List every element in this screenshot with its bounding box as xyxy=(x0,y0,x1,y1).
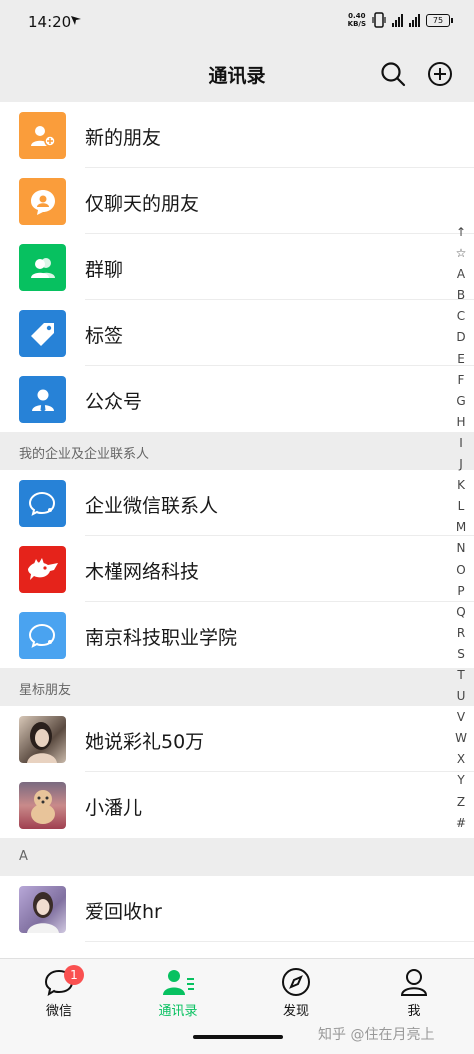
add-friend-icon xyxy=(19,112,66,159)
list-item-nanjing-college[interactable]: 南京科技职业学院 xyxy=(0,602,474,668)
list-item-label: 南京科技职业学院 xyxy=(85,627,238,649)
alphabet-index-letter[interactable]: F xyxy=(452,370,470,391)
alphabet-index-letter[interactable]: G xyxy=(452,391,470,412)
alphabet-index-letter[interactable]: C xyxy=(452,306,470,327)
list-item-new-friends[interactable]: 新的朋友 xyxy=(0,102,474,168)
jd-dog-logo xyxy=(19,546,66,593)
alphabet-index-letter[interactable]: Z xyxy=(452,792,470,813)
watermark: 知乎 @住在月亮上 xyxy=(318,1027,435,1043)
tab-label: 通讯录 xyxy=(158,1004,198,1019)
unread-badge: 1 xyxy=(64,965,84,985)
section-header-starred: 星标朋友 xyxy=(0,668,474,706)
compass-icon xyxy=(282,968,310,996)
contact-list: 新的朋友 仅聊天的朋友 群聊 标签 公众号 我的企业及企业联系人 企业微信联系人… xyxy=(0,102,474,942)
section-header-label: A xyxy=(19,849,28,864)
tab-label: 微信 xyxy=(45,1004,72,1019)
alphabet-index-letter[interactable]: L xyxy=(452,496,470,517)
alphabet-index[interactable]: ↑ ☆ A B C D E F G H I J K L M N O P Q R S T U V W X Y Z # xyxy=(452,222,470,834)
tab-label: 发现 xyxy=(282,1004,309,1019)
tab-discover[interactable]: 发现 xyxy=(256,967,336,1019)
tab-me[interactable]: 我 xyxy=(374,967,454,1019)
tag-icon xyxy=(19,310,66,357)
alphabet-index-letter[interactable]: P xyxy=(452,581,470,602)
contacts-icon xyxy=(163,970,194,995)
alphabet-index-letter[interactable]: K xyxy=(452,475,470,496)
divider xyxy=(85,941,474,942)
tab-label: 我 xyxy=(407,1004,421,1019)
list-item-official-accounts[interactable]: 公众号 xyxy=(0,366,474,432)
battery-icon: 75 xyxy=(426,13,453,27)
avatar xyxy=(19,716,66,763)
list-item-label: 标签 xyxy=(85,325,124,347)
list-item-tags[interactable]: 标签 xyxy=(0,300,474,366)
alphabet-index-letter[interactable]: U xyxy=(452,686,470,707)
alphabet-index-letter[interactable]: B xyxy=(452,285,470,306)
add-circle-icon[interactable] xyxy=(427,61,453,87)
net-speed: 0.40 KB/S xyxy=(348,12,366,28)
alphabet-index-letter[interactable]: ↑ xyxy=(452,222,470,243)
home-indicator[interactable] xyxy=(193,1035,283,1039)
section-header-a: A xyxy=(0,838,474,876)
alphabet-index-letter[interactable]: A xyxy=(452,264,470,285)
status-time: 14:20 xyxy=(28,13,72,31)
alphabet-index-letter[interactable]: E xyxy=(452,349,470,370)
status-indicators: 0.40 KB/S 75 xyxy=(348,12,453,28)
header: 通讯录 xyxy=(0,44,474,102)
official-account-icon xyxy=(19,376,66,423)
alphabet-index-letter[interactable]: # xyxy=(452,813,470,834)
section-header-label: 星标朋友 xyxy=(19,683,72,698)
avatar xyxy=(19,886,66,933)
list-item-starred-contact[interactable]: 她说彩礼50万 xyxy=(0,706,474,772)
alphabet-index-letter[interactable]: I xyxy=(452,433,470,454)
list-item-starred-contact[interactable]: 小潘儿 xyxy=(0,772,474,838)
group-icon xyxy=(19,244,66,291)
alphabet-index-letter[interactable]: S xyxy=(452,644,470,665)
alphabet-index-letter[interactable]: M xyxy=(452,517,470,538)
alphabet-index-letter[interactable]: D xyxy=(452,327,470,348)
list-item-contact[interactable]: 爱回收hr xyxy=(0,876,474,942)
list-item-label: 小潘儿 xyxy=(85,797,143,819)
avatar xyxy=(19,782,66,829)
tab-chats[interactable]: 1 微信 xyxy=(19,965,99,1019)
list-item-mujin-tech[interactable]: 木槿网络科技 xyxy=(0,536,474,602)
vibrate-icon xyxy=(372,12,386,28)
list-item-label: 仅聊天的朋友 xyxy=(85,193,200,215)
list-item-label: 公众号 xyxy=(85,391,143,413)
list-item-label: 群聊 xyxy=(85,259,124,281)
status-bar: 14:20 0.40 KB/S 75 xyxy=(0,0,474,44)
alphabet-index-letter[interactable]: J xyxy=(452,454,470,475)
wecom-icon xyxy=(19,480,66,527)
list-item-group-chats[interactable]: 群聊 xyxy=(0,234,474,300)
alphabet-index-letter[interactable]: T xyxy=(452,665,470,686)
section-header-enterprise: 我的企业及企业联系人 xyxy=(0,432,474,470)
alphabet-index-letter[interactable]: R xyxy=(452,623,470,644)
tab-contacts[interactable]: 通讯录 xyxy=(138,967,218,1019)
net-speed-value: 0.40 xyxy=(348,12,366,20)
list-item-label: 她说彩礼50万 xyxy=(85,731,205,753)
list-item-label: 爱回收hr xyxy=(85,901,162,923)
alphabet-index-letter[interactable]: Q xyxy=(452,602,470,623)
alphabet-index-letter[interactable]: Y xyxy=(452,770,470,791)
section-header-label: 我的企业及企业联系人 xyxy=(19,447,150,462)
list-item-wecom-contacts[interactable]: 企业微信联系人 xyxy=(0,470,474,536)
signal-2-icon xyxy=(409,13,420,27)
signal-1-icon xyxy=(392,13,403,27)
search-icon[interactable] xyxy=(380,61,406,87)
alphabet-index-letter[interactable]: N xyxy=(452,538,470,559)
chat-only-icon xyxy=(19,178,66,225)
alphabet-index-letter[interactable]: ☆ xyxy=(452,243,470,264)
list-item-chat-only-friends[interactable]: 仅聊天的朋友 xyxy=(0,168,474,234)
list-item-label: 木槿网络科技 xyxy=(85,561,200,583)
alphabet-index-letter[interactable]: H xyxy=(452,412,470,433)
navigation-arrow-icon xyxy=(71,16,81,25)
net-speed-unit: KB/S xyxy=(347,20,366,28)
alphabet-index-letter[interactable]: W xyxy=(452,728,470,749)
person-icon xyxy=(400,969,428,996)
alphabet-index-letter[interactable]: X xyxy=(452,749,470,770)
list-item-label: 新的朋友 xyxy=(85,127,162,149)
wecom-icon xyxy=(19,612,66,659)
alphabet-index-letter[interactable]: V xyxy=(452,707,470,728)
alphabet-index-letter[interactable]: O xyxy=(452,560,470,581)
list-item-label: 企业微信联系人 xyxy=(85,495,219,517)
